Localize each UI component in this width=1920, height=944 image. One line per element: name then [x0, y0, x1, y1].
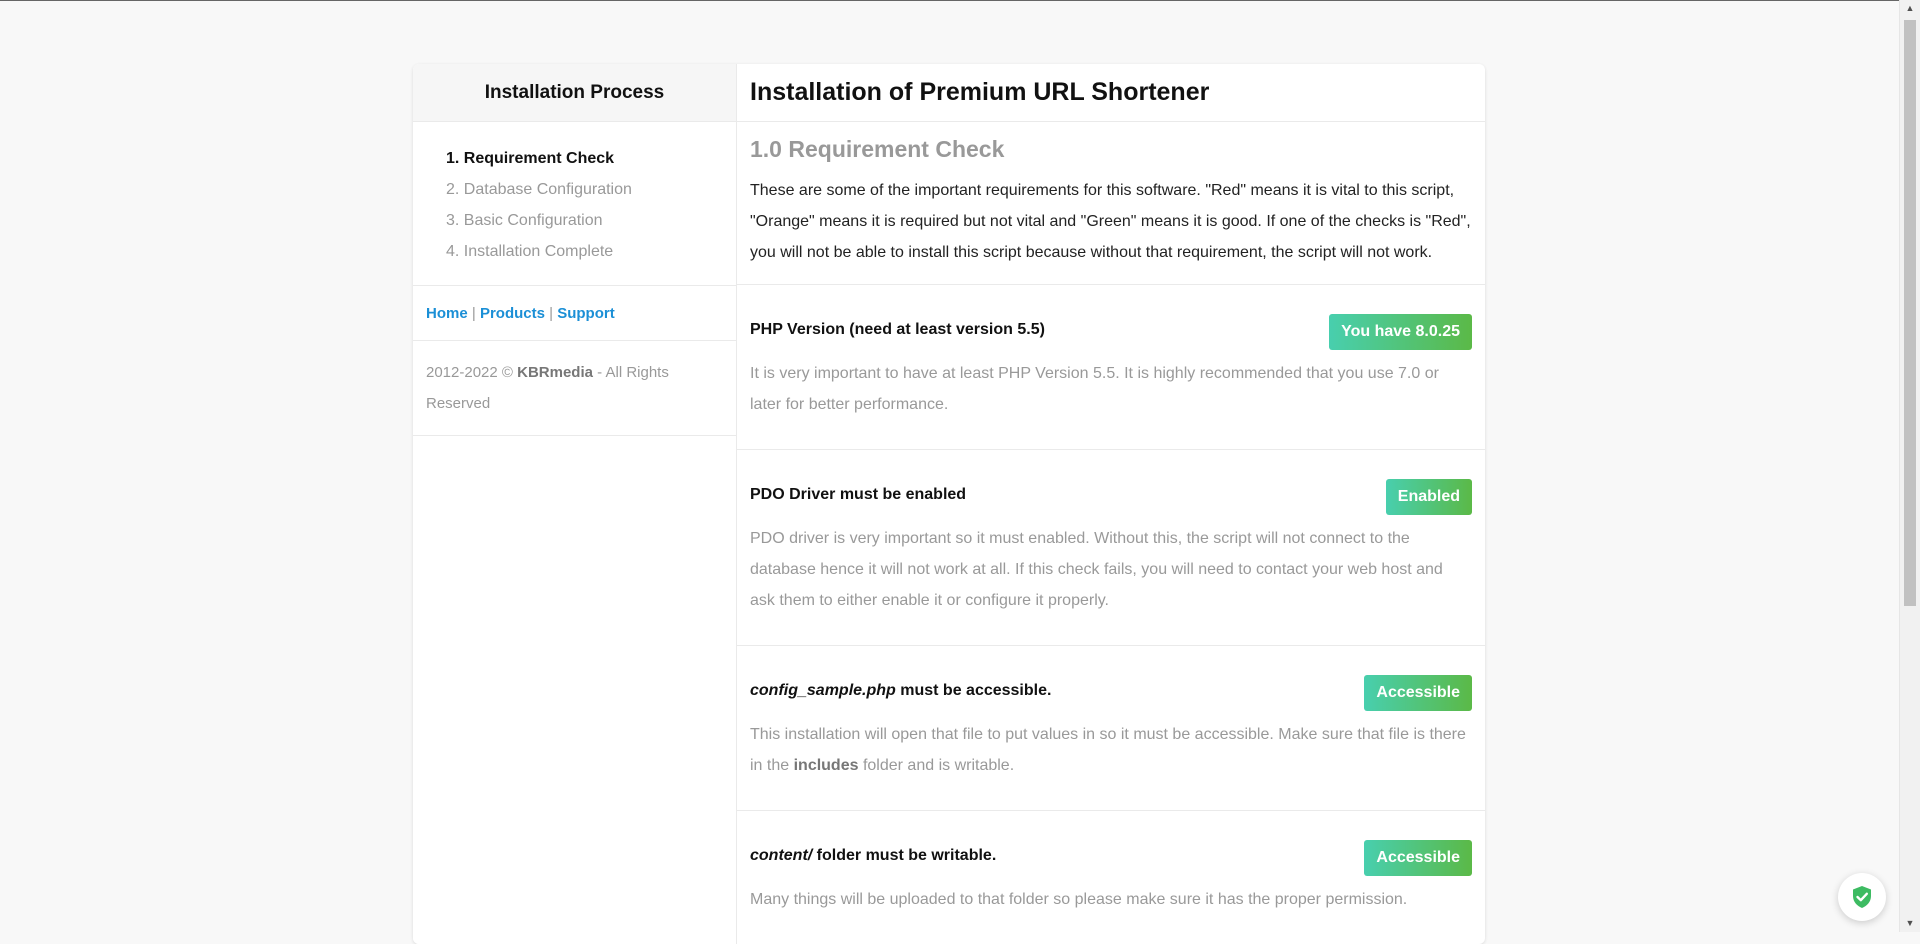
- check-title-folder: content/: [750, 847, 813, 864]
- home-link[interactable]: Home: [426, 305, 468, 322]
- vertical-scrollbar[interactable]: ▲ ▼: [1899, 0, 1920, 932]
- check-desc-folder: includes: [793, 757, 859, 774]
- sidebar: Installation Process 1. Requirement Chec…: [413, 64, 737, 944]
- check-content-folder: content/ folder must be writable. Access…: [737, 811, 1485, 944]
- check-description: PDO driver is very important so it must …: [750, 530, 1443, 609]
- step-requirement-check: 1. Requirement Check: [446, 150, 615, 167]
- sidebar-title: Installation Process: [413, 64, 736, 122]
- check-description: It is very important to have at least PH…: [750, 365, 1439, 413]
- sidebar-links: Home | Products | Support: [413, 286, 736, 341]
- page-title: Installation of Premium URL Shortener: [737, 64, 1485, 122]
- check-php-version: PHP Version (need at least version 5.5) …: [737, 285, 1485, 450]
- support-link[interactable]: Support: [557, 305, 615, 322]
- status-badge: Accessible: [1364, 840, 1472, 876]
- step-basic-configuration: 3. Basic Configuration: [446, 212, 603, 229]
- section-title: 1.0 Requirement Check: [750, 136, 1005, 162]
- intro-section: 1.0 Requirement Check These are some of …: [737, 122, 1485, 285]
- check-config-file: config_sample.php must be accessible. Ac…: [737, 646, 1485, 811]
- copyright-brand: KBRmedia: [517, 364, 593, 381]
- status-badge: You have 8.0.25: [1329, 314, 1472, 350]
- scroll-down-arrow-icon[interactable]: ▼: [1900, 915, 1920, 932]
- security-badge-button[interactable]: [1838, 873, 1886, 921]
- steps-list: 1. Requirement Check 2. Database Configu…: [413, 122, 736, 286]
- check-title-text: folder must be writable.: [816, 847, 997, 864]
- link-separator: |: [549, 305, 554, 322]
- intro-text: These are some of the important requirem…: [750, 182, 1471, 261]
- step-installation-complete: 4. Installation Complete: [446, 243, 614, 260]
- check-pdo-driver: PDO Driver must be enabled Enabled PDO d…: [737, 450, 1485, 646]
- copyright: 2012-2022 © KBRmedia - All Rights Reserv…: [413, 341, 736, 436]
- products-link[interactable]: Products: [480, 305, 545, 322]
- installer-panel: Installation Process 1. Requirement Chec…: [413, 64, 1485, 944]
- check-description: Many things will be uploaded to that fol…: [750, 891, 1408, 908]
- main-content: Installation of Premium URL Shortener 1.…: [737, 64, 1485, 944]
- check-title-text: must be accessible.: [900, 682, 1052, 699]
- step-database-configuration: 2. Database Configuration: [446, 181, 632, 198]
- top-border: [0, 0, 1900, 1]
- check-title: PDO Driver must be enabled: [750, 486, 967, 503]
- check-description: This installation will open that file to…: [750, 719, 1472, 781]
- check-desc-post: folder and is writable.: [862, 757, 1015, 774]
- shield-check-icon: [1853, 886, 1871, 908]
- status-badge: Accessible: [1364, 675, 1472, 711]
- copyright-years: 2012-2022 ©: [426, 364, 513, 381]
- scroll-thumb[interactable]: [1904, 20, 1916, 606]
- status-badge: Enabled: [1385, 479, 1472, 515]
- scroll-up-arrow-icon[interactable]: ▲: [1900, 0, 1920, 17]
- link-separator: |: [471, 305, 476, 322]
- check-title-filename: config_sample.php: [750, 682, 896, 699]
